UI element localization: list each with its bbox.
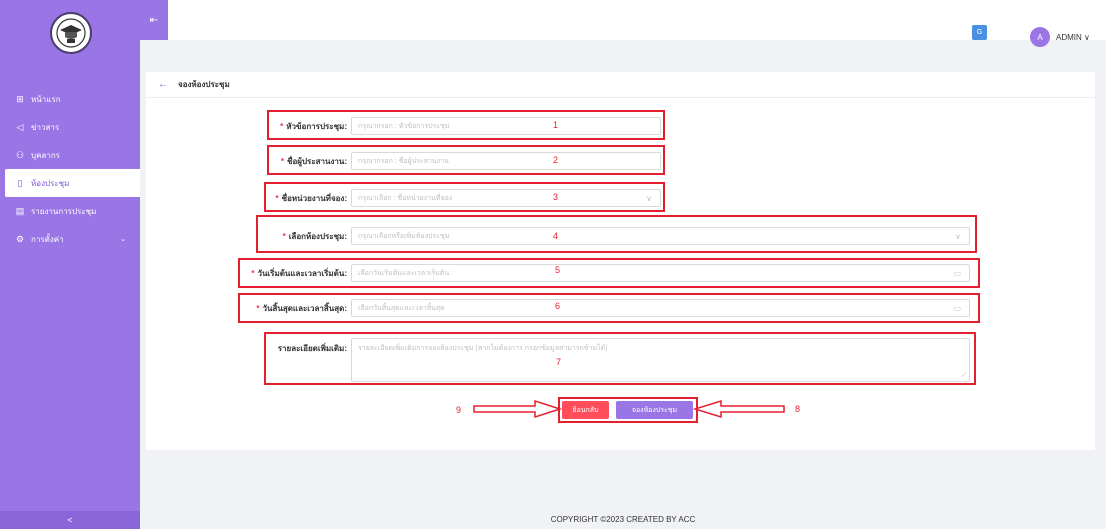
annotation-number-1: 1 bbox=[553, 120, 559, 130]
annotation-box-5 bbox=[238, 258, 980, 288]
annotation-box-1 bbox=[267, 110, 665, 140]
sidebar-item-meeting-report[interactable]: ▤ รายงานการประชุม bbox=[0, 197, 140, 225]
graduation-cap-icon bbox=[56, 18, 86, 48]
sidebar-item-meeting-room[interactable]: ▯ ห้องประชุม bbox=[5, 169, 140, 197]
sidebar-item-label: การตั้งค่า bbox=[31, 234, 64, 244]
sidebar-item-personnel[interactable]: ⚇ บุคลากร bbox=[0, 141, 140, 169]
annotation-number-7: 7 bbox=[556, 357, 562, 367]
sidebar-item-label: ห้องประชุม bbox=[31, 178, 70, 188]
grid-icon: ⊞ bbox=[16, 93, 24, 104]
annotation-arrow-right-icon bbox=[473, 400, 563, 418]
users-icon: ⚇ bbox=[15, 149, 25, 160]
chevron-down-icon: ⌄ bbox=[120, 236, 126, 243]
sidebar-nav: ⊞ หน้าแรก ◁ ข่าวสาร ⚇ บุคลากร ▯ ห้องประช… bbox=[0, 85, 140, 253]
annotation-number-2: 2 bbox=[553, 155, 559, 165]
gear-icon: ⚙ bbox=[15, 233, 25, 244]
annotation-number-6: 6 bbox=[555, 301, 561, 311]
translate-icon[interactable]: G bbox=[972, 25, 987, 40]
annotation-box-buttons bbox=[558, 397, 698, 423]
page-title: จองห้องประชุม bbox=[178, 80, 230, 89]
annotation-box-6 bbox=[238, 293, 980, 323]
sidebar-item-home[interactable]: ⊞ หน้าแรก bbox=[0, 85, 140, 113]
annotation-box-2 bbox=[267, 145, 665, 175]
annotation-box-4 bbox=[256, 215, 977, 253]
sidebar-item-news[interactable]: ◁ ข่าวสาร bbox=[0, 113, 140, 141]
sidebar-item-label: หน้าแรก bbox=[31, 94, 61, 104]
annotation-number-3: 3 bbox=[553, 192, 559, 202]
avatar[interactable]: A bbox=[1030, 27, 1050, 47]
topbar: ⇤ G A ADMIN ∨ bbox=[140, 0, 1106, 47]
report-icon: ▤ bbox=[15, 205, 25, 216]
annotation-number-5: 5 bbox=[555, 265, 561, 275]
annotation-number-8: 8 bbox=[795, 404, 801, 414]
annotation-box-3 bbox=[264, 182, 665, 212]
sidebar-item-label: บุคลากร bbox=[31, 150, 60, 160]
annotation-number-4: 4 bbox=[553, 231, 559, 241]
logo bbox=[50, 12, 92, 54]
megaphone-icon: ◁ bbox=[16, 121, 24, 132]
footer: COPYRIGHT ©2023 CREATED BY ACC bbox=[550, 515, 696, 524]
annotation-arrow-left-icon bbox=[693, 400, 785, 418]
annotation-number-9: 9 bbox=[456, 405, 462, 415]
door-icon: ▯ bbox=[17, 177, 23, 188]
sidebar-item-settings[interactable]: ⚙ การตั้งค่า ⌄ bbox=[0, 225, 140, 253]
annotation-box-7 bbox=[264, 332, 976, 385]
menu-fold-icon[interactable]: ⇤ bbox=[140, 0, 168, 40]
back-arrow-icon[interactable]: ← bbox=[158, 79, 168, 90]
sidebar-item-label: ข่าวสาร bbox=[31, 122, 60, 132]
sidebar-item-label: รายงานการประชุม bbox=[31, 206, 97, 216]
card-header: ← จองห้องประชุม bbox=[146, 72, 1095, 98]
sidebar-collapse-button[interactable]: < bbox=[0, 511, 140, 529]
sidebar: ⊞ หน้าแรก ◁ ข่าวสาร ⚇ บุคลากร ▯ ห้องประช… bbox=[0, 0, 140, 529]
user-menu[interactable]: ADMIN ∨ bbox=[1056, 33, 1090, 42]
